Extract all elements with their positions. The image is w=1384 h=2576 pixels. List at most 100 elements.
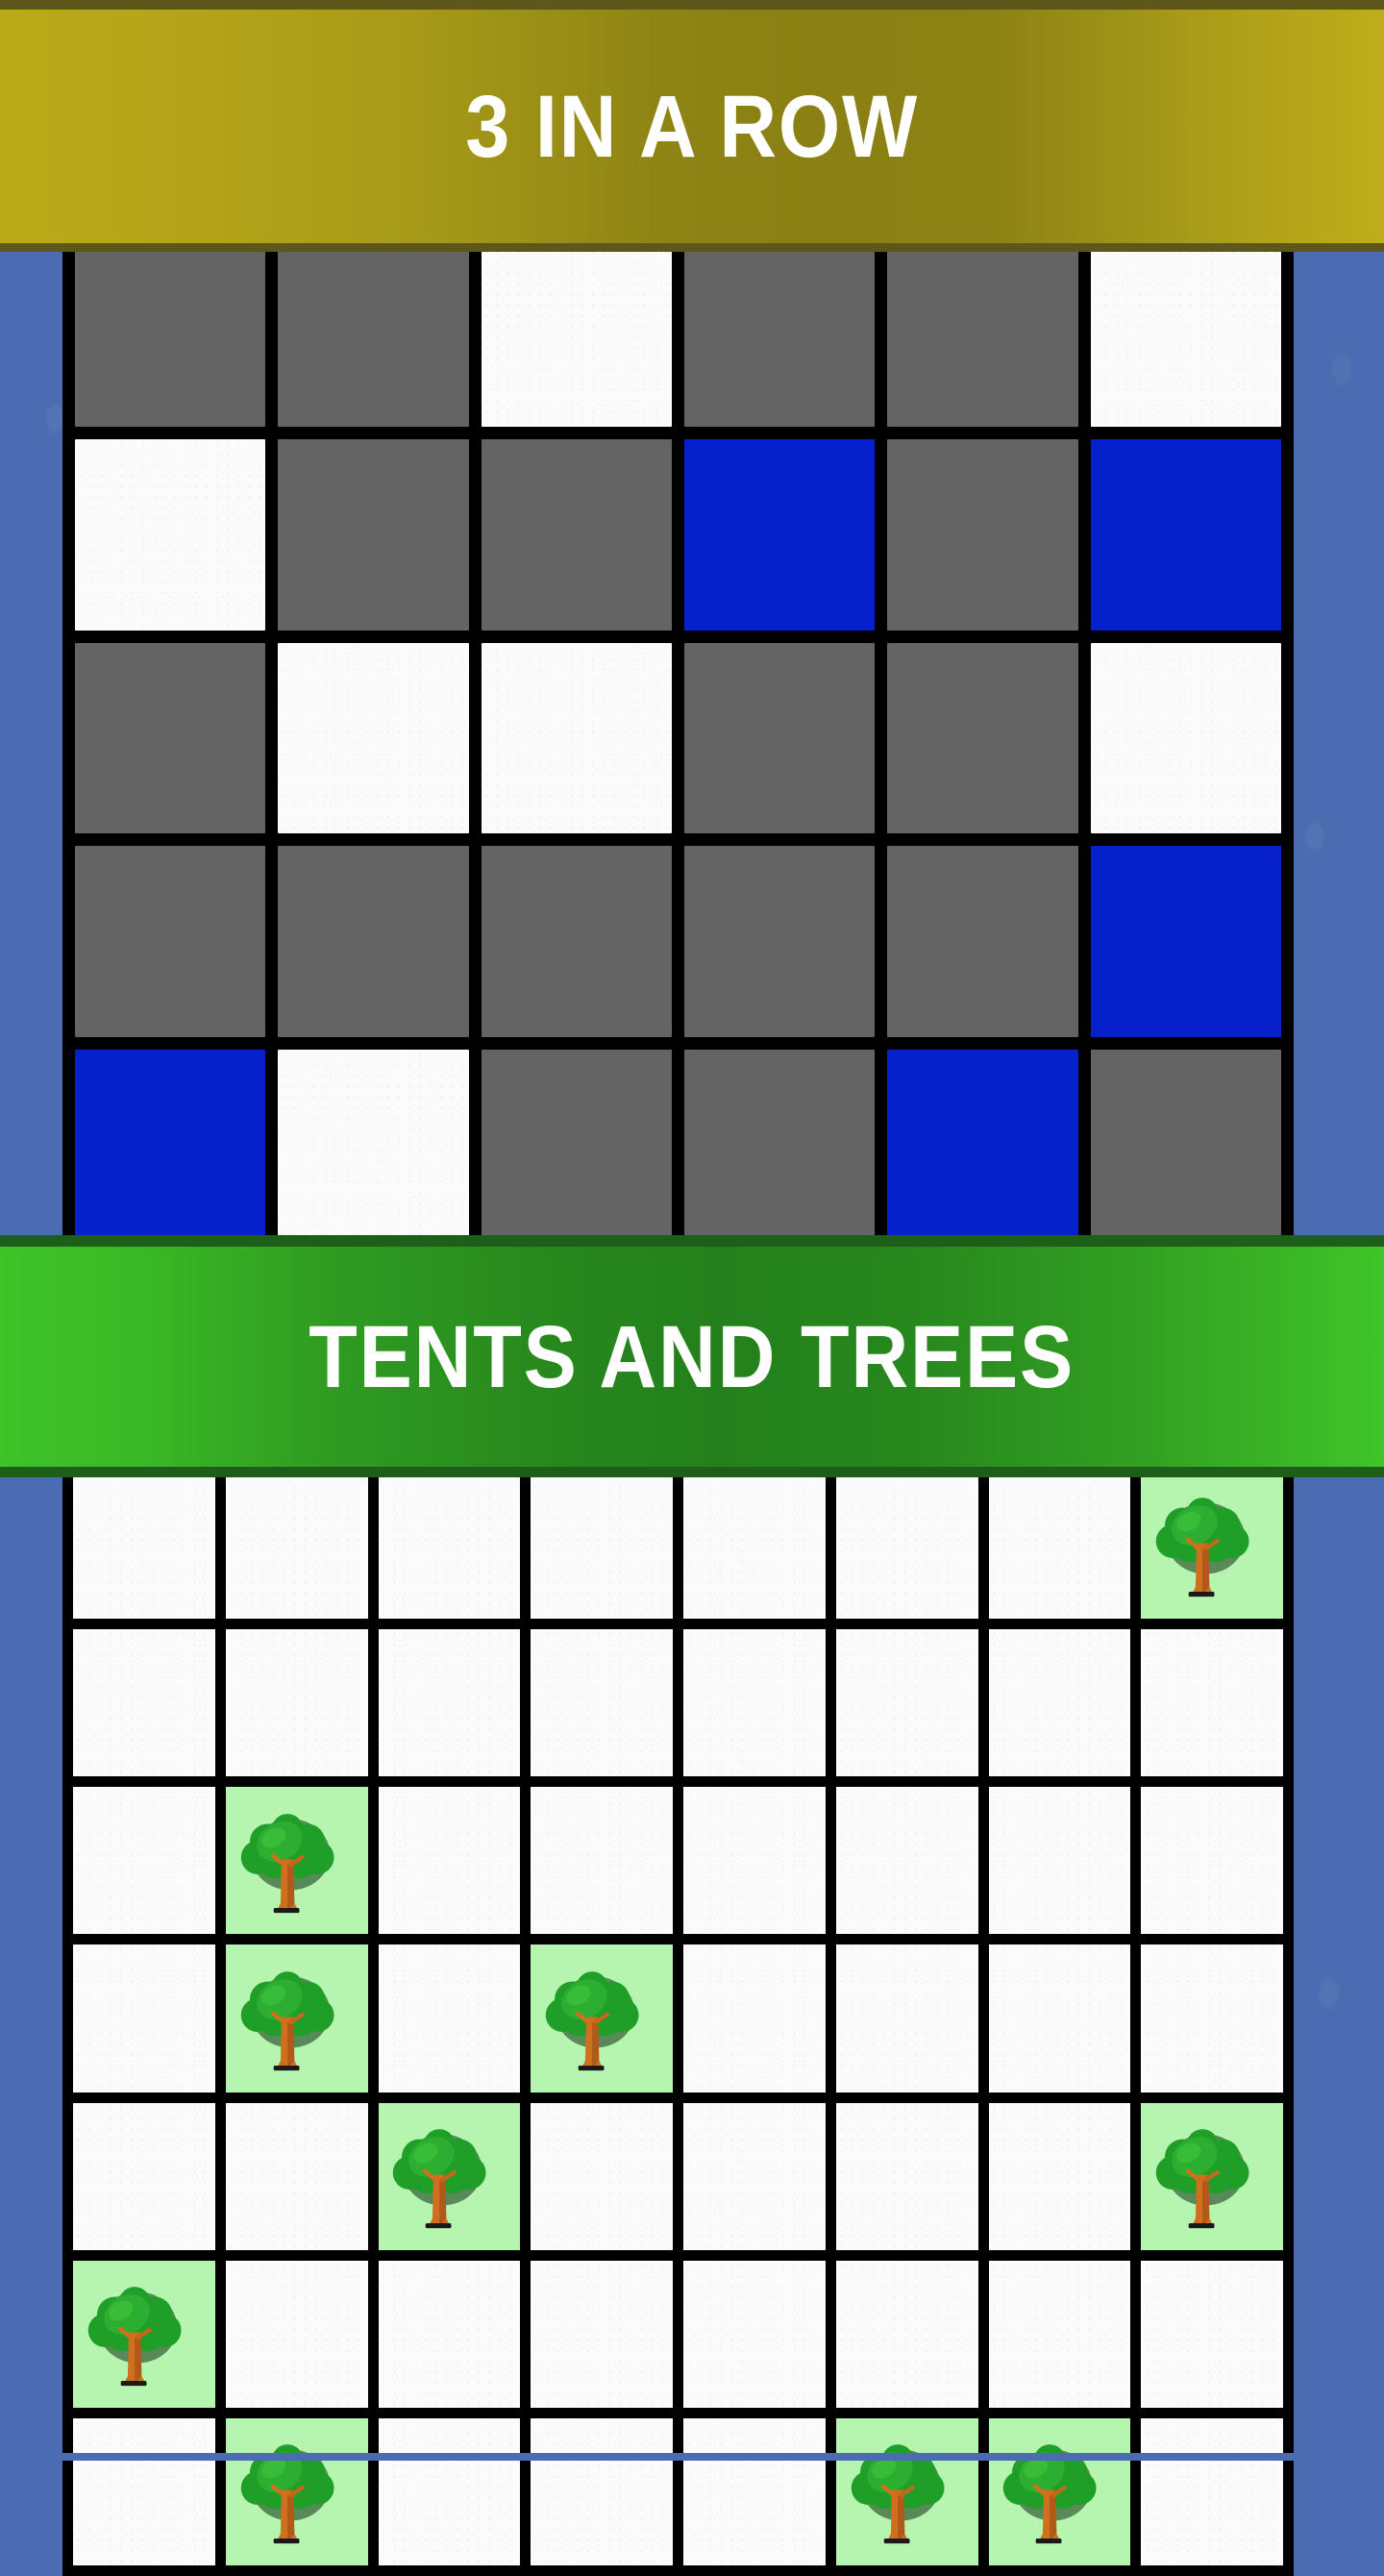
tents-and-trees-cell-empty[interactable] <box>531 1472 673 1619</box>
three-in-a-row-cell-gray[interactable] <box>482 846 672 1036</box>
tents-and-trees-cell-empty[interactable] <box>379 1472 521 1619</box>
tents-and-trees-cell-empty[interactable] <box>226 1629 368 1776</box>
three-in-a-row-cell-white[interactable] <box>482 643 672 833</box>
three-in-a-row-cell-gray[interactable] <box>278 236 468 427</box>
tents-and-trees-cell-empty[interactable] <box>73 2418 215 2565</box>
three-in-a-row-cell-blue[interactable] <box>887 1050 1077 1240</box>
three-in-a-row-cell-blue[interactable] <box>684 439 875 630</box>
three-in-a-row-cell-white[interactable] <box>278 643 468 833</box>
tents-and-trees-cell-empty[interactable] <box>73 1787 215 1934</box>
tree-icon <box>85 2281 204 2408</box>
tents-and-trees-cell-empty[interactable] <box>683 2103 826 2250</box>
tents-and-trees-cell-empty[interactable] <box>73 1629 215 1776</box>
tents-and-trees-cell-empty[interactable] <box>531 2261 673 2408</box>
tents-and-trees-cell-empty[interactable] <box>683 1629 826 1776</box>
tents-and-trees-cell-empty[interactable] <box>989 1629 1131 1776</box>
tents-and-trees-cell-tree[interactable] <box>1141 2103 1283 2250</box>
tents-and-trees-cell-empty[interactable] <box>683 1787 826 1934</box>
tree-icon <box>389 2123 508 2250</box>
tents-and-trees-cell-empty[interactable] <box>989 2103 1131 2250</box>
tents-and-trees-cell-empty[interactable] <box>531 1787 673 1934</box>
three-in-a-row-cell-blue[interactable] <box>75 1050 265 1240</box>
tents-and-trees-cell-tree[interactable] <box>73 2261 215 2408</box>
three-in-a-row-cell-blue[interactable] <box>1091 846 1281 1036</box>
three-in-a-row-cell-gray[interactable] <box>75 846 265 1036</box>
tents-and-trees-cell-empty[interactable] <box>683 1944 826 2092</box>
tents-and-trees-cell-empty[interactable] <box>1141 2418 1283 2565</box>
tents-and-trees-cell-empty[interactable] <box>989 1472 1131 1619</box>
tents-and-trees-cell-empty[interactable] <box>226 2261 368 2408</box>
tents-and-trees-cell-empty[interactable] <box>1141 2261 1283 2408</box>
tents-and-trees-cell-empty[interactable] <box>836 1472 978 1619</box>
tents-and-trees-cell-empty[interactable] <box>379 1787 521 1934</box>
tents-and-trees-board[interactable] <box>62 1461 1294 2576</box>
tree-icon <box>1152 2123 1272 2250</box>
three-in-a-row-cell-gray[interactable] <box>887 643 1077 833</box>
three-in-a-row-cell-gray[interactable] <box>1091 1050 1281 1240</box>
tents-and-trees-cell-empty[interactable] <box>379 1629 521 1776</box>
tree-icon <box>237 1966 357 2093</box>
bottom-edge-strip <box>0 2453 1384 2461</box>
tents-and-trees-cell-empty[interactable] <box>683 2418 826 2565</box>
tents-and-trees-cell-empty[interactable] <box>836 1629 978 1776</box>
banner-three-in-a-row[interactable]: 3 IN A ROW <box>0 0 1384 252</box>
three-in-a-row-board[interactable] <box>62 224 1294 1252</box>
tents-and-trees-cell-empty[interactable] <box>73 1472 215 1619</box>
three-in-a-row-cell-white[interactable] <box>278 1050 468 1240</box>
tents-and-trees-cell-empty[interactable] <box>989 1944 1131 2092</box>
tents-and-trees-cell-tree[interactable] <box>226 1944 368 2092</box>
tents-and-trees-cell-empty[interactable] <box>379 2418 521 2565</box>
three-in-a-row-cell-gray[interactable] <box>684 236 875 427</box>
banner-bottom-edge <box>0 243 1384 252</box>
tents-and-trees-cell-empty[interactable] <box>379 1944 521 2092</box>
tents-and-trees-cell-tree[interactable] <box>836 2418 978 2565</box>
banner-title-tents-and-trees: TENTS AND TREES <box>309 1313 1075 1401</box>
tents-and-trees-cell-tree[interactable] <box>226 1787 368 1934</box>
tents-and-trees-cell-tree[interactable] <box>989 2418 1131 2565</box>
tents-and-trees-cell-empty[interactable] <box>1141 1629 1283 1776</box>
three-in-a-row-cell-gray[interactable] <box>684 643 875 833</box>
tents-and-trees-cell-empty[interactable] <box>836 1787 978 1934</box>
tents-and-trees-cell-empty[interactable] <box>73 2103 215 2250</box>
tents-and-trees-cell-tree[interactable] <box>379 2103 521 2250</box>
three-in-a-row-cell-gray[interactable] <box>75 236 265 427</box>
three-in-a-row-cell-white[interactable] <box>482 236 672 427</box>
tents-and-trees-cell-empty[interactable] <box>226 1472 368 1619</box>
tents-and-trees-cell-empty[interactable] <box>531 1629 673 1776</box>
tents-and-trees-cell-tree[interactable] <box>1141 1472 1283 1619</box>
tents-and-trees-cell-empty[interactable] <box>531 2418 673 2565</box>
tents-and-trees-cell-empty[interactable] <box>836 2103 978 2250</box>
banner-top-edge <box>0 1235 1384 1247</box>
tents-and-trees-cell-empty[interactable] <box>379 2261 521 2408</box>
tents-and-trees-cell-empty[interactable] <box>73 1944 215 2092</box>
tents-and-trees-cell-empty[interactable] <box>836 2261 978 2408</box>
tents-and-trees-cell-empty[interactable] <box>1141 1787 1283 1934</box>
tents-and-trees-cell-empty[interactable] <box>989 2261 1131 2408</box>
tents-and-trees-cell-empty[interactable] <box>226 2103 368 2250</box>
tents-and-trees-cell-empty[interactable] <box>989 1787 1131 1934</box>
three-in-a-row-cell-gray[interactable] <box>482 439 672 630</box>
tents-and-trees-cell-tree[interactable] <box>531 1944 673 2092</box>
three-in-a-row-cell-gray[interactable] <box>278 846 468 1036</box>
tree-icon <box>542 1966 661 2093</box>
tents-and-trees-cell-empty[interactable] <box>836 1944 978 2092</box>
three-in-a-row-cell-gray[interactable] <box>684 1050 875 1240</box>
three-in-a-row-cell-white[interactable] <box>75 439 265 630</box>
three-in-a-row-cell-gray[interactable] <box>887 236 1077 427</box>
three-in-a-row-cell-gray[interactable] <box>684 846 875 1036</box>
tents-and-trees-cell-empty[interactable] <box>531 2103 673 2250</box>
tents-and-trees-cell-tree[interactable] <box>226 2418 368 2565</box>
banner-bottom-edge <box>0 1467 1384 1477</box>
three-in-a-row-cell-blue[interactable] <box>1091 439 1281 630</box>
three-in-a-row-cell-white[interactable] <box>1091 236 1281 427</box>
three-in-a-row-cell-gray[interactable] <box>278 439 468 630</box>
three-in-a-row-cell-gray[interactable] <box>482 1050 672 1240</box>
tents-and-trees-cell-empty[interactable] <box>683 1472 826 1619</box>
tents-and-trees-cell-empty[interactable] <box>683 2261 826 2408</box>
three-in-a-row-cell-gray[interactable] <box>887 439 1077 630</box>
tents-and-trees-cell-empty[interactable] <box>1141 1944 1283 2092</box>
banner-tents-and-trees[interactable]: TENTS AND TREES <box>0 1235 1384 1477</box>
three-in-a-row-cell-gray[interactable] <box>887 846 1077 1036</box>
three-in-a-row-cell-gray[interactable] <box>75 643 265 833</box>
three-in-a-row-cell-white[interactable] <box>1091 643 1281 833</box>
